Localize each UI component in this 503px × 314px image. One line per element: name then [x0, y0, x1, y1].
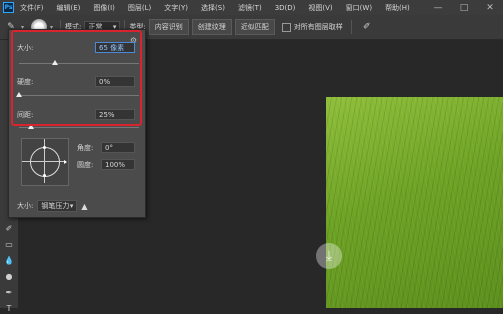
- proximity-match-button[interactable]: 近似匹配: [234, 19, 275, 35]
- angle-label: 角度:: [77, 144, 94, 152]
- pen-tool-icon[interactable]: ✒: [3, 286, 15, 298]
- angle-handle-right[interactable]: [64, 160, 67, 164]
- menu-file[interactable]: 文件(F): [20, 3, 44, 13]
- grass-image[interactable]: [326, 97, 503, 308]
- sample-all-layers-label: 对所有图层取样: [293, 23, 343, 31]
- menu-3d[interactable]: 3D(D): [275, 4, 296, 12]
- watermark-download-icon: ⤓: [316, 243, 342, 269]
- spacing-slider[interactable]: [19, 124, 139, 129]
- angle-field[interactable]: 0°: [101, 142, 135, 153]
- menu-layer[interactable]: 图层(L): [128, 3, 151, 13]
- size-control-row: 大小: 钢笔压力 ▾ ▲: [17, 200, 88, 212]
- dodge-tool-icon[interactable]: ●: [3, 270, 15, 282]
- highlight-box: [11, 30, 142, 126]
- roundness-handle-bottom[interactable]: [43, 174, 46, 177]
- menu-help[interactable]: 帮助(H): [385, 3, 410, 13]
- roundness-field[interactable]: 100%: [101, 159, 135, 170]
- pressure-size-icon[interactable]: ✐: [360, 20, 374, 34]
- size-control-select[interactable]: 钢笔压力 ▾: [37, 200, 78, 212]
- menu-edit[interactable]: 编辑(E): [57, 3, 81, 13]
- chevron-down-icon: ▾: [69, 202, 74, 210]
- menu-filter[interactable]: 滤镜(T): [238, 3, 262, 13]
- roundness-circle: [30, 147, 60, 177]
- menu-view[interactable]: 视图(V): [308, 3, 332, 13]
- window-controls: — □ ✕: [425, 0, 503, 15]
- restore-button[interactable]: □: [451, 0, 477, 15]
- blur-tool-icon[interactable]: 💧: [3, 254, 15, 266]
- type-tool-icon[interactable]: T: [3, 302, 15, 314]
- gradient-tool-icon[interactable]: ▭: [3, 238, 15, 250]
- menu-select[interactable]: 选择(S): [201, 3, 225, 13]
- photoshop-logo-icon: Ps: [3, 2, 14, 13]
- close-button[interactable]: ✕: [477, 0, 503, 15]
- menu-type[interactable]: 文字(Y): [164, 3, 188, 13]
- options-divider: [350, 20, 352, 34]
- watermark-logo: ⤓: [316, 243, 342, 269]
- sample-all-layers-checkbox[interactable]: [281, 22, 291, 32]
- menu-bar: Ps 文件(F) 编辑(E) 图像(I) 图层(L) 文字(Y) 选择(S) 滤…: [0, 0, 503, 15]
- warning-icon: ▲: [81, 201, 88, 211]
- roundness-handle-top[interactable]: [43, 146, 46, 149]
- minimize-button[interactable]: —: [425, 0, 451, 15]
- size-control-value: 钢笔压力: [41, 202, 70, 210]
- size-control-label: 大小:: [17, 202, 34, 210]
- menu-image[interactable]: 图像(I): [93, 3, 115, 13]
- menu-window[interactable]: 窗口(W): [346, 3, 372, 13]
- content-aware-button[interactable]: 内容识别: [148, 19, 189, 35]
- create-texture-button[interactable]: 创建纹理: [191, 19, 232, 35]
- brush-tip-shape-preview[interactable]: [21, 138, 69, 186]
- roundness-label: 圆度:: [77, 161, 94, 169]
- eraser-tool-icon[interactable]: ✐: [3, 222, 15, 234]
